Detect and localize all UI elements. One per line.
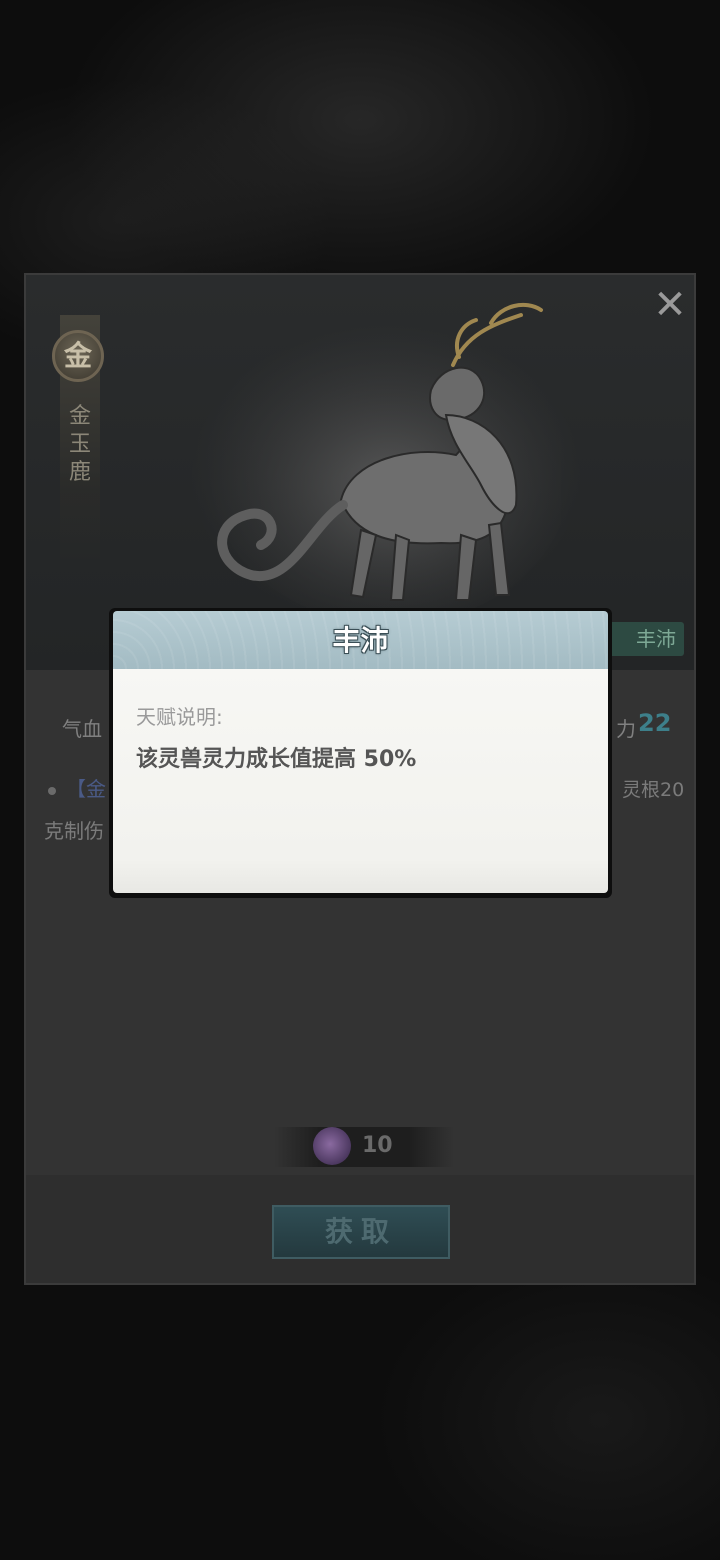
bullet-dot-icon — [48, 786, 56, 795]
skill-line: 【金 — [48, 773, 106, 802]
beast-name: 金 玉 鹿 — [66, 403, 94, 487]
close-x-icon: ✕ — [653, 282, 687, 328]
talent-desc-text: 该灵兽灵力成长值提高 50% — [136, 747, 417, 772]
purple-flower-currency-icon — [313, 1127, 351, 1165]
skill-prefix: 【金 — [66, 777, 106, 801]
talent-desc-label: 天赋说明: — [136, 705, 223, 729]
popup-title: 丰沛 — [332, 624, 389, 657]
talent-popup: 丰沛 天赋说明: 该灵兽灵力成长值提高 50% — [109, 608, 612, 898]
talent-tag[interactable]: 丰沛 — [604, 622, 684, 656]
element-badge: 金 — [52, 330, 104, 382]
beast-name-char: 玉 — [68, 432, 91, 457]
obtain-button[interactable]: 获取 — [272, 1205, 450, 1259]
counter-damage-text: 克制伤 — [44, 819, 104, 843]
hp-stat-label: 气血 — [62, 717, 102, 741]
beast-name-char: 金 — [68, 404, 91, 429]
popup-body: 天赋说明: 该灵兽灵力成长值提高 50% — [113, 669, 608, 893]
popup-header: 丰沛 — [113, 611, 608, 669]
beast-illustration — [211, 302, 561, 625]
cost-value: 10 — [362, 1133, 393, 1158]
power-stat-label: 力 — [616, 717, 636, 741]
power-stat-value: 22 — [638, 709, 672, 737]
beast-name-char: 鹿 — [68, 460, 91, 485]
close-button[interactable]: ✕ — [650, 285, 690, 325]
spirit-root-text: 灵根20 — [622, 779, 685, 801]
